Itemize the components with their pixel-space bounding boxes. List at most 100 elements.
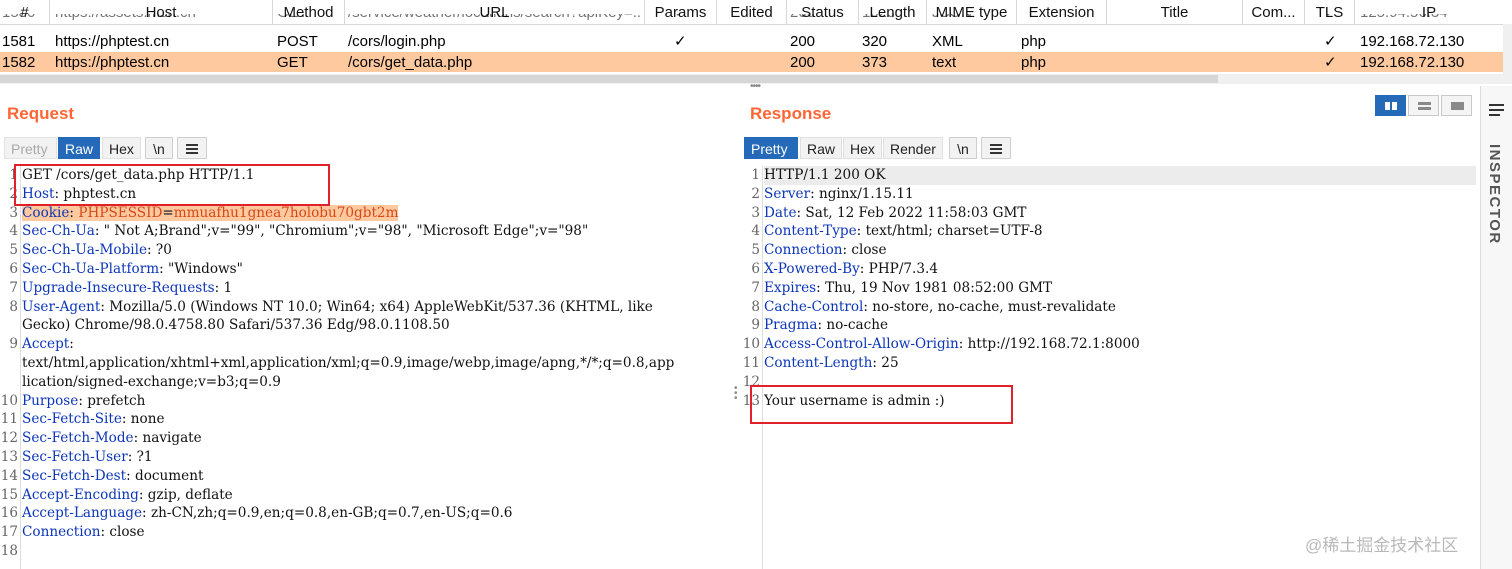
header-name: Accept-Encoding [22, 486, 139, 503]
request-code[interactable]: GET /cors/get_data.php HTTP/1.1 Host: ph… [22, 166, 674, 561]
response-tab-pretty[interactable]: Pretty [744, 137, 798, 159]
request-tab-newline[interactable]: \n [145, 137, 173, 159]
request-line-text: GET /cors/get_data.php HTTP/1.1 [22, 167, 255, 183]
header-name: Connection [764, 242, 843, 259]
cookie-highlight: Cookie: PHPSESSID=mmuafhu1gnea7holobu70g… [22, 204, 399, 221]
inspector-panel[interactable]: INSPECTOR [1480, 86, 1512, 569]
response-tab-hex[interactable]: Hex [843, 137, 882, 159]
line-number: 16 [0, 505, 18, 522]
cell-url: /cors/login.php [348, 33, 446, 50]
header-name: Sec-Ch-Ua [22, 223, 95, 240]
header-name: Content-Type [764, 223, 857, 240]
response-tab-raw[interactable]: Raw [800, 137, 842, 159]
response-line: X-Powered-By: PHP/7.3.4 [764, 260, 1476, 279]
cell-mime: JSON [932, 14, 972, 22]
request-tab-pretty[interactable]: Pretty [4, 137, 57, 159]
header-name: Expires [764, 279, 817, 296]
request-tab-raw[interactable]: Raw [58, 137, 100, 159]
response-tab-newline[interactable]: \n [949, 137, 977, 159]
http-history-table[interactable]: # Host Method URL Params Edited Status L… [0, 0, 1512, 84]
cell-method: GET [277, 54, 308, 71]
header-value: : ?1 [127, 448, 153, 465]
vertical-scrollbar[interactable] [1503, 24, 1512, 74]
line-number: 10 [0, 392, 18, 409]
cell-ip: 125.94.56.34 [1360, 14, 1448, 22]
response-status-line: HTTP/1.1 200 OK [764, 167, 886, 183]
request-line: Sec-Fetch-Site: none [22, 410, 674, 429]
request-line: Accept-Encoding: gzip, deflate [22, 486, 674, 505]
header-name: Upgrade-Insecure-Requests [22, 279, 215, 296]
line-number: 13 [742, 392, 760, 409]
cell-method: GET [277, 14, 337, 22]
cell-mime: text [932, 54, 957, 71]
request-line: Sec-Fetch-User: ?1 [22, 448, 674, 467]
response-code[interactable]: HTTP/1.1 200 OK Server: nginx/1.15.11 Da… [764, 166, 1476, 410]
table-row-selected[interactable]: 1582 https://phptest.cn GET /cors/get_da… [0, 52, 1503, 72]
line-number: 13 [0, 448, 18, 465]
header-name: Cookie [22, 204, 70, 221]
response-line: Pragma: no-cache [764, 316, 1476, 335]
request-line-cookie: Cookie: PHPSESSID=mmuafhu1gnea7holobu70g… [22, 204, 674, 223]
header-name: Content-Length [764, 354, 873, 371]
layout-side-by-side-button[interactable] [1375, 95, 1406, 116]
header-value: : close [100, 524, 145, 541]
response-line: Date: Sat, 12 Feb 2022 11:58:03 GMT [764, 204, 1476, 223]
header-name: Accept-Language [22, 505, 143, 522]
line-number [0, 373, 20, 392]
line-number: 6 [751, 260, 760, 277]
table-row[interactable]: 1581 https://phptest.cn POST /cors/login… [0, 31, 1503, 51]
line-number: 9 [9, 336, 18, 353]
cell-url: /service/weather/locations/search?apiKey… [348, 14, 640, 22]
request-line: Sec-Ch-Ua: " Not A;Brand";v="99", "Chrom… [22, 222, 674, 241]
request-line: Host: phptest.cn [22, 185, 674, 204]
cell-url: /cors/get_data.php [348, 54, 473, 71]
response-line: HTTP/1.1 200 OK [764, 166, 1476, 185]
response-tab-render[interactable]: Render [883, 137, 943, 159]
line-number: 14 [0, 467, 18, 484]
menu-lines-icon [186, 144, 198, 154]
cell-status: 200 [790, 54, 816, 71]
response-menu-button[interactable] [981, 137, 1011, 159]
line-number: 17 [0, 524, 18, 541]
line-number: 8 [9, 298, 18, 315]
cookie-value: mmuafhu1gnea7holobu70gbt2m [173, 204, 399, 221]
header-name: Connection [22, 524, 101, 541]
header-value: : 1 [214, 279, 233, 296]
request-menu-button[interactable] [177, 137, 207, 159]
inspector-label[interactable]: INSPECTOR [1486, 144, 1503, 245]
inspector-menu-icon[interactable] [1489, 104, 1504, 116]
header-name: Server [764, 185, 811, 202]
header-name: Sec-Fetch-Dest [22, 467, 127, 484]
header-value: : Sat, 12 Feb 2022 11:58:03 GMT [796, 204, 1027, 221]
request-line-numbers: 1 2 3 4 5 6 7 8 9 10 11 12 13 14 15 16 1… [0, 166, 21, 569]
menu-lines-icon [990, 144, 1002, 154]
request-line: User-Agent: Mozilla/5.0 (Windows NT 10.0… [22, 298, 674, 336]
line-number: 7 [9, 279, 18, 296]
line-number: 5 [751, 242, 760, 259]
header-value: : text/html; charset=UTF-8 [856, 223, 1043, 240]
request-tab-hex[interactable]: Hex [102, 137, 141, 159]
horizontal-splitter-handle[interactable]: •••• [748, 82, 762, 92]
layout-stacked-button[interactable] [1408, 95, 1439, 116]
header-name: Sec-Fetch-Site [22, 411, 122, 428]
line-number: 4 [751, 223, 760, 240]
layout-single-button[interactable] [1441, 95, 1472, 116]
header-name: Sec-Ch-Ua-Mobile [22, 242, 148, 259]
header-value: : close [842, 242, 887, 259]
cell-number: 1581 [2, 33, 36, 50]
header-value: : nginx/1.15.11 [810, 185, 914, 202]
response-line: Expires: Thu, 19 Nov 1981 08:52:00 GMT [764, 279, 1476, 298]
request-line: Purpose: prefetch [22, 392, 674, 411]
response-body-line: Your username is admin :) [764, 392, 1476, 411]
header-value: : no-cache [817, 317, 889, 334]
header-value: : navigate [133, 430, 202, 447]
vertical-splitter-handle[interactable]: • • • [734, 384, 740, 404]
table-row[interactable]: 1580 https://assets.msn.cn GET /service/… [0, 14, 1503, 24]
layout-toggle [1375, 95, 1472, 117]
cell-host: https://assets.msn.cn [55, 14, 270, 22]
header-value: : 25 [872, 354, 899, 371]
header-name: Date [764, 204, 797, 221]
header-value: : " Not A;Brand";v="99", "Chromium";v="9… [94, 223, 589, 240]
scrollbar-thumb[interactable] [0, 75, 1218, 83]
header-separator: : [69, 336, 74, 353]
